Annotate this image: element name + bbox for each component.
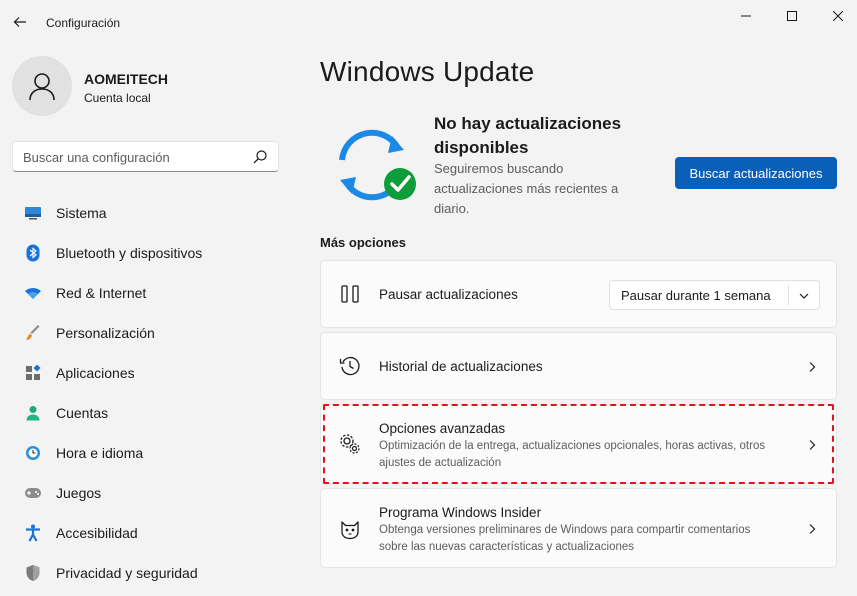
sidebar-item-label: Bluetooth y dispositivos: [56, 245, 203, 261]
sidebar-nav: Sistema Bluetooth y dispositivos Red & I…: [12, 193, 292, 593]
sidebar-item-label: Accesibilidad: [56, 525, 138, 541]
sidebar-item-label: Aplicaciones: [56, 365, 135, 381]
user-profile[interactable]: AOMEITECH Cuenta local: [12, 56, 292, 118]
minimize-icon: [741, 15, 751, 17]
accounts-icon: [24, 404, 42, 422]
insider-subtitle: Obtenga versiones preliminares de Window…: [379, 524, 751, 553]
sidebar-item-label: Privacidad y seguridad: [56, 565, 198, 581]
account-type: Cuenta local: [84, 91, 151, 105]
gears-icon: [339, 433, 361, 455]
time-language-icon: [24, 444, 42, 462]
chevron-right-icon: [809, 524, 816, 534]
pause-duration-dropdown[interactable]: Pausar durante 1 semana: [609, 280, 820, 310]
shield-icon: [24, 564, 42, 582]
sidebar-item-accesibilidad[interactable]: Accesibilidad: [12, 513, 292, 553]
sidebar-item-label: Hora e idioma: [56, 445, 144, 461]
maximize-button[interactable]: [769, 4, 815, 28]
user-icon: [29, 73, 55, 101]
sidebar-item-personalizacion[interactable]: Personalización: [12, 313, 292, 353]
bluetooth-icon: [24, 244, 42, 262]
update-history-card[interactable]: Historial de actualizaciones: [320, 332, 837, 400]
sidebar-item-label: Red & Internet: [56, 285, 147, 301]
windows-insider-card[interactable]: Programa Windows Insider Obtenga version…: [320, 488, 837, 568]
back-button[interactable]: [8, 10, 32, 34]
insider-title: Programa Windows Insider: [379, 505, 542, 520]
gamepad-icon: [24, 484, 42, 502]
chevron-right-icon: [809, 440, 816, 450]
section-label: Más opciones: [320, 235, 406, 250]
sidebar-item-aplicaciones[interactable]: Aplicaciones: [12, 353, 292, 393]
search-placeholder: Buscar una configuración: [23, 150, 170, 165]
sidebar-item-hora-idioma[interactable]: Hora e idioma: [12, 433, 292, 473]
sidebar-item-label: Personalización: [56, 325, 155, 341]
title-bar: Configuración: [0, 0, 857, 46]
window-title: Configuración: [46, 16, 121, 30]
search-input[interactable]: Buscar una configuración: [12, 141, 279, 172]
maximize-icon: [787, 11, 797, 21]
status-subtitle: Seguiremos buscando actualizaciones más …: [434, 161, 619, 216]
check-updates-button[interactable]: Buscar actualizaciones: [675, 157, 837, 189]
close-button[interactable]: [815, 4, 857, 28]
system-icon: [24, 204, 42, 222]
pause-icon: [339, 283, 361, 305]
sidebar-item-juegos[interactable]: Juegos: [12, 473, 292, 513]
advanced-subtitle: Optimización de la entrega, actualizacio…: [379, 440, 766, 469]
status-title: No hay actualizaciones disponibles: [434, 114, 622, 157]
sidebar-item-sistema[interactable]: Sistema: [12, 193, 292, 233]
user-name: AOMEITECH: [84, 71, 168, 87]
back-arrow-icon: [13, 17, 26, 27]
sidebar-item-red[interactable]: Red & Internet: [12, 273, 292, 313]
pause-title: Pausar actualizaciones: [379, 287, 518, 302]
search-icon: [253, 150, 267, 164]
close-icon: [833, 11, 843, 21]
pause-updates-card: Pausar actualizaciones Pausar durante 1 …: [320, 260, 837, 328]
advanced-options-card[interactable]: Opciones avanzadas Optimización de la en…: [320, 404, 837, 484]
sidebar-item-label: Juegos: [56, 485, 102, 501]
avatar: [12, 56, 72, 116]
sidebar-item-bluetooth[interactable]: Bluetooth y dispositivos: [12, 233, 292, 273]
sidebar-item-label: Sistema: [56, 205, 107, 221]
page-title: Windows Update: [320, 56, 535, 87]
sync-status-icon: [339, 129, 416, 201]
dropdown-value: Pausar durante 1 semana: [621, 288, 771, 303]
sidebar-item-label: Cuentas: [56, 405, 109, 421]
chevron-down-icon: [799, 293, 809, 299]
sidebar-item-privacidad[interactable]: Privacidad y seguridad: [12, 553, 292, 593]
brush-icon: [24, 324, 42, 342]
accessibility-icon: [24, 524, 42, 542]
chevron-right-icon: [809, 362, 816, 372]
insider-cat-icon: [339, 518, 361, 540]
wifi-icon: [24, 284, 42, 302]
advanced-title: Opciones avanzadas: [379, 421, 506, 436]
dropdown-divider: [788, 285, 789, 305]
minimize-button[interactable]: [723, 4, 769, 28]
sidebar-item-cuentas[interactable]: Cuentas: [12, 393, 292, 433]
history-icon: [339, 355, 361, 377]
history-title: Historial de actualizaciones: [379, 359, 543, 374]
apps-icon: [24, 364, 42, 382]
